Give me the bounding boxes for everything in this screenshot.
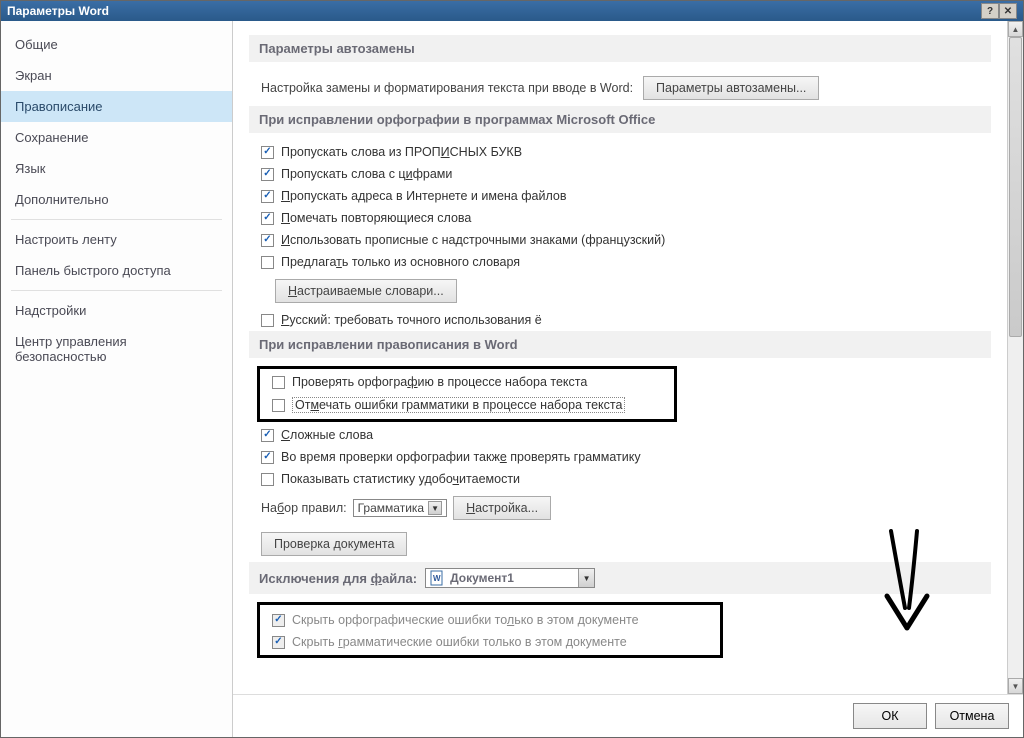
vertical-scrollbar[interactable]: ▲ ▼ (1007, 21, 1023, 694)
custom-dictionaries-button[interactable]: Настраиваемые словари... (275, 279, 457, 303)
section-autocorrect: Параметры автозамены (249, 35, 991, 62)
check-label: Отмечать ошибки грамматики в процессе на… (292, 397, 625, 413)
section-word-proofing: При исправлении правописания в Word (249, 331, 991, 358)
word-doc-icon: W (429, 570, 445, 586)
check-uppercase[interactable]: Пропускать слова из ПРОПИСНЫХ БУКВ (249, 141, 991, 163)
checkbox-icon[interactable] (261, 212, 274, 225)
checkbox-icon[interactable] (272, 399, 285, 412)
check-readability[interactable]: Показывать статистику удобочитаемости (249, 468, 991, 490)
check-label: Сложные слова (281, 428, 373, 442)
check-internet[interactable]: Пропускать адреса в Интернете и имена фа… (249, 185, 991, 207)
main-scroll: Параметры автозамены Настройка замены и … (233, 21, 1023, 694)
chevron-down-icon: ▼ (428, 501, 442, 515)
check-label: Пропускать адреса в Интернете и имена фа… (281, 189, 566, 203)
check-label: Русский: требовать точного использования… (281, 313, 542, 327)
scroll-thumb[interactable] (1009, 37, 1022, 337)
sidebar-item-proofing[interactable]: Правописание (1, 91, 232, 122)
checkbox-icon[interactable] (272, 376, 285, 389)
check-label: Скрыть грамматические ошибки только в эт… (292, 635, 627, 649)
highlight-box-top: Проверять орфографию в процессе набора т… (257, 366, 677, 422)
main-wrap: Параметры автозамены Настройка замены и … (233, 21, 1023, 737)
check-maindict[interactable]: Предлагать только из основного словаря (249, 251, 991, 273)
ok-button[interactable]: ОК (853, 703, 927, 729)
svg-text:W: W (433, 574, 441, 583)
checkbox-icon (272, 614, 285, 627)
body: Общие Экран Правописание Сохранение Язык… (1, 21, 1023, 737)
highlight-box-bottom: Скрыть орфографические ошибки только в э… (257, 602, 723, 658)
autocorrect-desc: Настройка замены и форматирования текста… (261, 81, 633, 95)
check-label: Во время проверки орфографии также прове… (281, 450, 641, 464)
section-office-spelling: При исправлении орфографии в программах … (249, 106, 991, 133)
check-label: Пропускать слова с цифрами (281, 167, 452, 181)
check-french[interactable]: Использовать прописные с надстрочными зн… (249, 229, 991, 251)
help-button[interactable]: ? (981, 3, 999, 19)
window-controls: ? ✕ (981, 3, 1017, 19)
check-russian-yo[interactable]: Русский: требовать точного использования… (249, 309, 991, 331)
sidebar-item-addins[interactable]: Надстройки (1, 295, 232, 326)
check-label: Предлагать только из основного словаря (281, 255, 520, 269)
check-label: Пропускать слова из ПРОПИСНЫХ БУКВ (281, 145, 522, 159)
checkbox-icon[interactable] (261, 234, 274, 247)
checkbox-icon (272, 636, 285, 649)
check-label: Проверять орфографию в процессе набора т… (292, 375, 587, 389)
window-title: Параметры Word (7, 4, 109, 18)
check-hide-grammar: Скрыть грамматические ошибки только в эт… (260, 631, 720, 653)
ruleset-label: Набор правил: (261, 501, 347, 515)
recheck-button[interactable]: Проверка документа (261, 532, 407, 556)
check-label: Скрыть орфографические ошибки только в э… (292, 613, 639, 627)
checkbox-icon[interactable] (261, 314, 274, 327)
checkbox-icon[interactable] (261, 256, 274, 269)
check-hide-spelling: Скрыть орфографические ошибки только в э… (260, 609, 720, 631)
ruleset-dropdown[interactable]: Грамматика ▼ (353, 499, 447, 517)
exceptions-label: Исключения для файла: (259, 571, 417, 586)
sidebar-item-general[interactable]: Общие (1, 29, 232, 60)
autocorrect-row: Настройка замены и форматирования текста… (249, 70, 991, 106)
sidebar-separator (11, 219, 222, 220)
checkbox-icon[interactable] (261, 146, 274, 159)
check-with-grammar[interactable]: Во время проверки орфографии также прове… (249, 446, 991, 468)
sidebar-item-display[interactable]: Экран (1, 60, 232, 91)
sidebar-item-trust[interactable]: Центр управления безопасностью (1, 326, 232, 372)
sidebar: Общие Экран Правописание Сохранение Язык… (1, 21, 233, 737)
exceptions-file-dropdown[interactable]: W Документ1 ▼ (425, 568, 595, 588)
scroll-track[interactable] (1008, 37, 1023, 678)
ruleset-settings-button[interactable]: Настройка... (453, 496, 551, 520)
sidebar-item-language[interactable]: Язык (1, 153, 232, 184)
checkbox-icon[interactable] (261, 429, 274, 442)
check-repeats[interactable]: Помечать повторяющиеся слова (249, 207, 991, 229)
sidebar-separator (11, 290, 222, 291)
recheck-row: Проверка документа (249, 526, 991, 562)
ruleset-row: Набор правил: Грамматика ▼ Настройка... (249, 490, 991, 526)
scroll-up-button[interactable]: ▲ (1008, 21, 1023, 37)
scroll-down-button[interactable]: ▼ (1008, 678, 1023, 694)
check-spelling-typing[interactable]: Проверять орфографию в процессе набора т… (260, 371, 674, 393)
custom-dict-row: Настраиваемые словари... (263, 273, 991, 309)
check-numbers[interactable]: Пропускать слова с цифрами (249, 163, 991, 185)
titlebar: Параметры Word ? ✕ (1, 1, 1023, 21)
checkbox-icon[interactable] (261, 473, 274, 486)
sidebar-item-qat[interactable]: Панель быстрого доступа (1, 255, 232, 286)
check-label: Показывать статистику удобочитаемости (281, 472, 520, 486)
options-window: Параметры Word ? ✕ Общие Экран Правописа… (0, 0, 1024, 738)
checkbox-icon[interactable] (261, 190, 274, 203)
section-exceptions: Исключения для файла: W Документ1 ▼ (249, 562, 991, 594)
ruleset-value: Грамматика (358, 501, 424, 515)
sidebar-item-advanced[interactable]: Дополнительно (1, 184, 232, 215)
check-grammar-typing[interactable]: Отмечать ошибки грамматики в процессе на… (260, 393, 674, 417)
footer: ОК Отмена (233, 694, 1023, 737)
main-content: Параметры автозамены Настройка замены и … (233, 21, 1007, 694)
checkbox-icon[interactable] (261, 168, 274, 181)
check-complex-words[interactable]: Сложные слова (249, 424, 991, 446)
chevron-down-icon: ▼ (578, 569, 594, 587)
check-label: Использовать прописные с надстрочными зн… (281, 233, 665, 247)
autocorrect-options-button[interactable]: Параметры автозамены... (643, 76, 819, 100)
close-button[interactable]: ✕ (999, 3, 1017, 19)
checkbox-icon[interactable] (261, 451, 274, 464)
sidebar-item-save[interactable]: Сохранение (1, 122, 232, 153)
cancel-button[interactable]: Отмена (935, 703, 1009, 729)
sidebar-item-ribbon[interactable]: Настроить ленту (1, 224, 232, 255)
exceptions-file: Документ1 (448, 571, 578, 585)
check-label: Помечать повторяющиеся слова (281, 211, 471, 225)
